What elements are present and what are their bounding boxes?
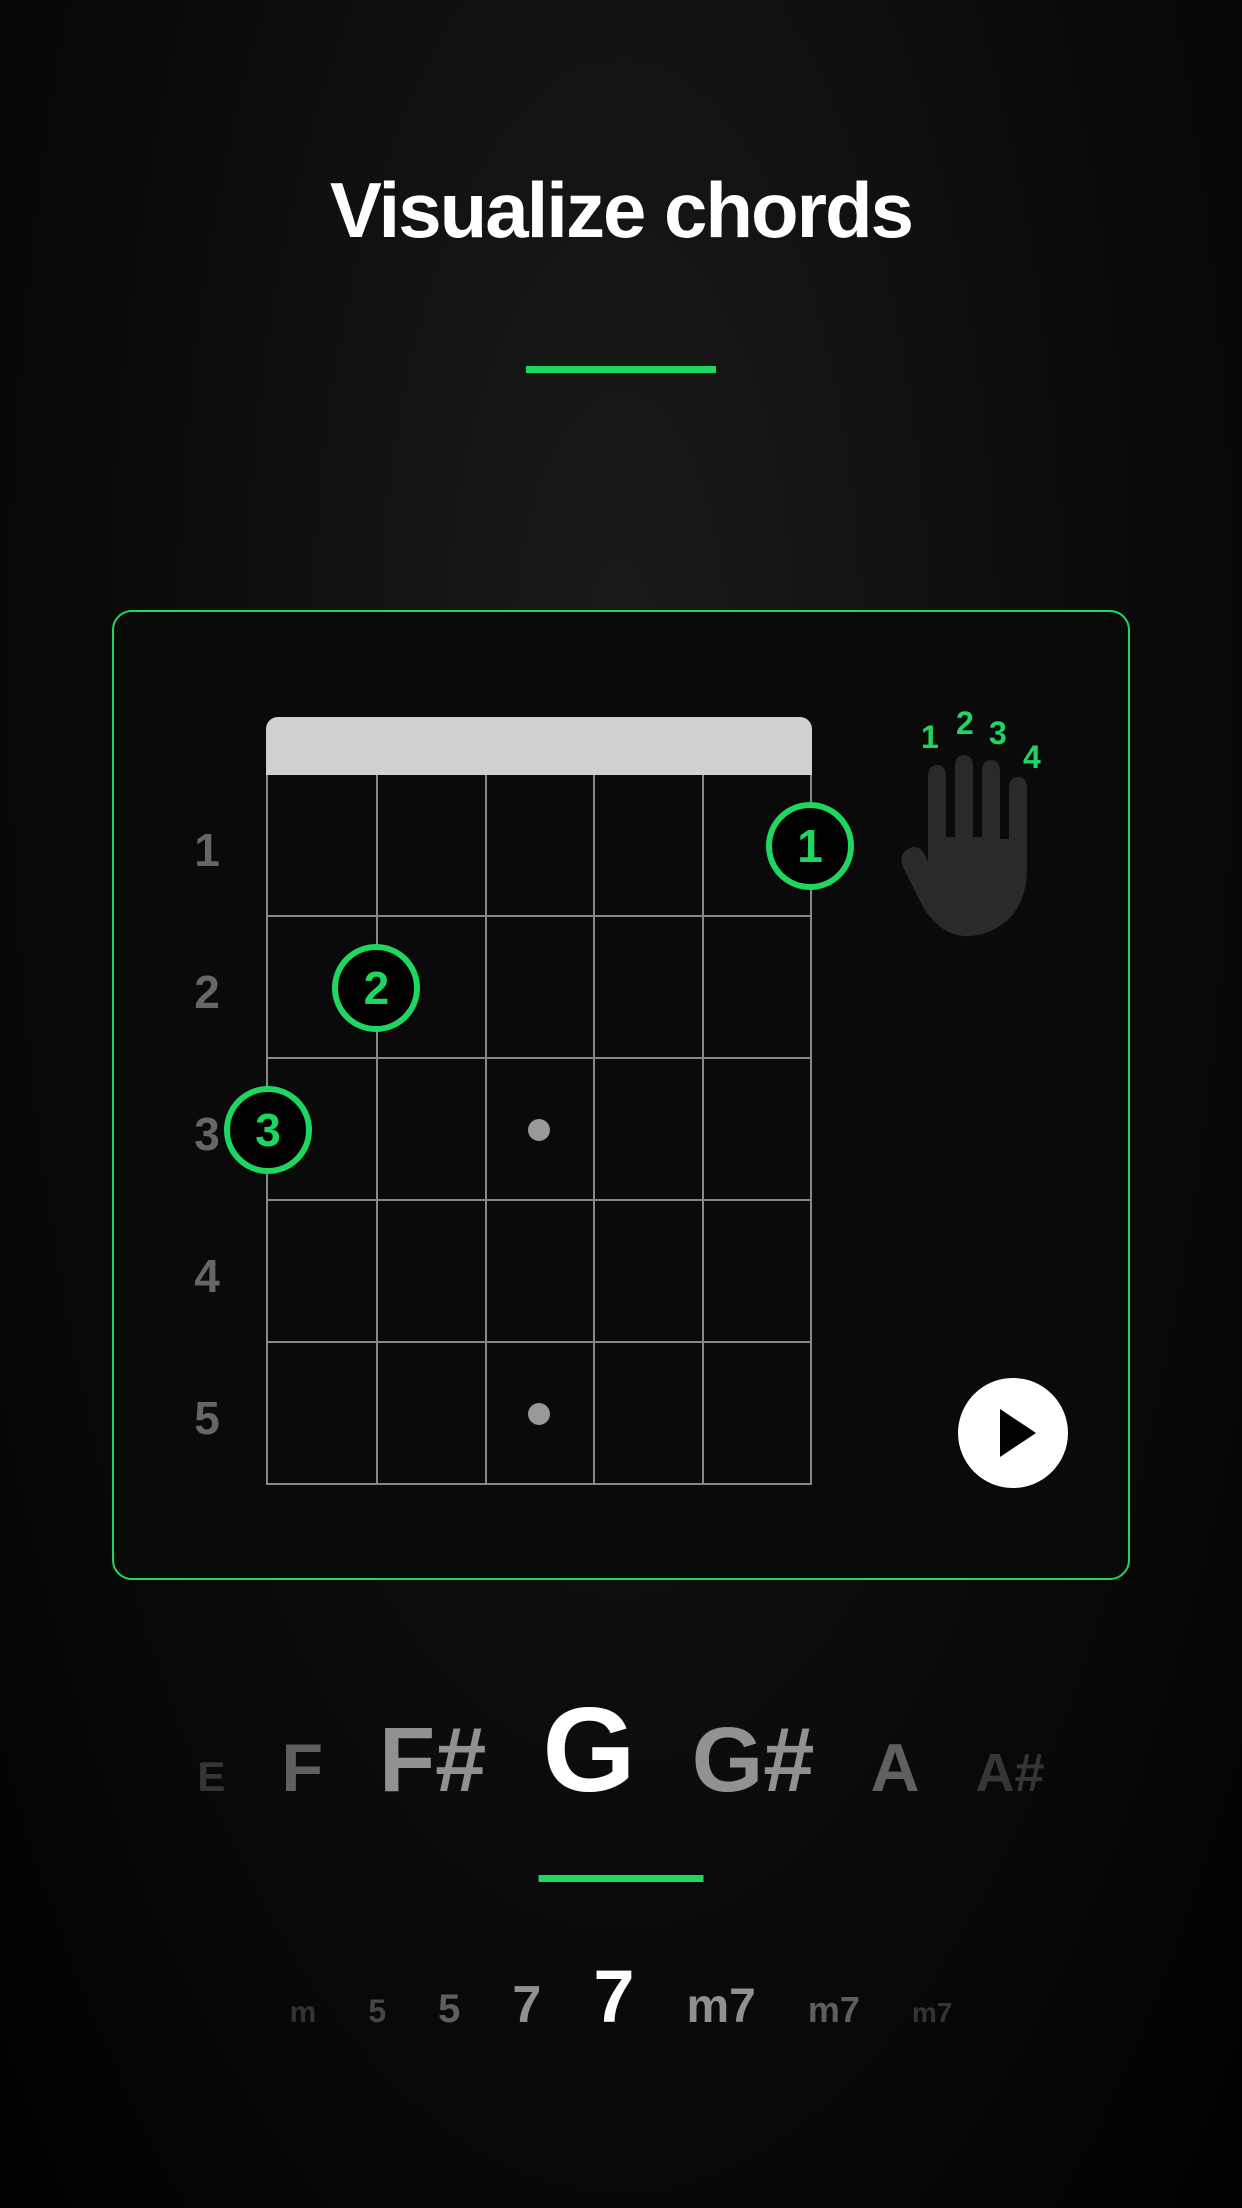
chord-diagram-card: 1 2 3 4 5 1 2 3 1 2 3 4	[112, 610, 1130, 1580]
fretboard-nut	[266, 717, 812, 775]
hand-diagram: 1 2 3 4	[893, 717, 1078, 947]
hand-finger-label-2: 2	[956, 705, 974, 742]
play-icon	[1000, 1409, 1036, 1457]
finger-position-2: 2	[332, 944, 420, 1032]
fret-number: 2	[182, 965, 232, 1019]
chord-type-option[interactable]: m7	[686, 1983, 755, 2031]
root-note-option[interactable]: A	[870, 1734, 919, 1802]
chord-type-option[interactable]: 7	[512, 1979, 541, 2031]
hand-finger-label-1: 1	[921, 719, 939, 756]
fretboard: 1 2 3 4 5 1 2 3	[266, 717, 812, 1485]
fret-number: 5	[182, 1391, 232, 1445]
root-note-option[interactable]: A#	[976, 1746, 1045, 1800]
fret-marker-dot	[528, 1119, 550, 1141]
hand-finger-label-4: 4	[1023, 739, 1041, 776]
hand-finger-label-3: 3	[989, 715, 1007, 752]
fret-number: 4	[182, 1249, 232, 1303]
root-note-option[interactable]: F#	[379, 1714, 486, 1806]
finger-position-1: 1	[766, 802, 854, 890]
finger-position-3: 3	[224, 1086, 312, 1174]
hand-icon	[893, 747, 1063, 947]
chord-type-selected[interactable]: 7	[593, 1960, 634, 2034]
fretboard-grid: 1 2 3 4 5 1 2 3	[266, 775, 812, 1485]
root-note-option[interactable]: G#	[692, 1714, 815, 1806]
page-title: Visualize chords	[0, 0, 1242, 256]
fret-number: 1	[182, 823, 232, 877]
root-selector-divider	[539, 1875, 704, 1882]
title-divider	[526, 366, 716, 373]
fret-marker-dot	[528, 1403, 550, 1425]
chord-type-option[interactable]: m7	[808, 1992, 860, 2028]
chord-type-option[interactable]: 5	[438, 1989, 460, 2029]
root-note-selected[interactable]: G	[542, 1690, 635, 1810]
chord-type-option[interactable]: 5	[368, 1995, 386, 2027]
chord-type-selector[interactable]: m 5 5 7 7 m7 m7 m7	[0, 1960, 1242, 2040]
chord-type-option[interactable]: m	[290, 1998, 317, 2028]
root-note-selector[interactable]: E F F# G G# A A#	[0, 1690, 1242, 1810]
root-note-option[interactable]: E	[197, 1756, 225, 1798]
root-note-option[interactable]: F	[281, 1734, 323, 1802]
chord-type-option[interactable]: m7	[912, 1999, 952, 2027]
play-button[interactable]	[958, 1378, 1068, 1488]
